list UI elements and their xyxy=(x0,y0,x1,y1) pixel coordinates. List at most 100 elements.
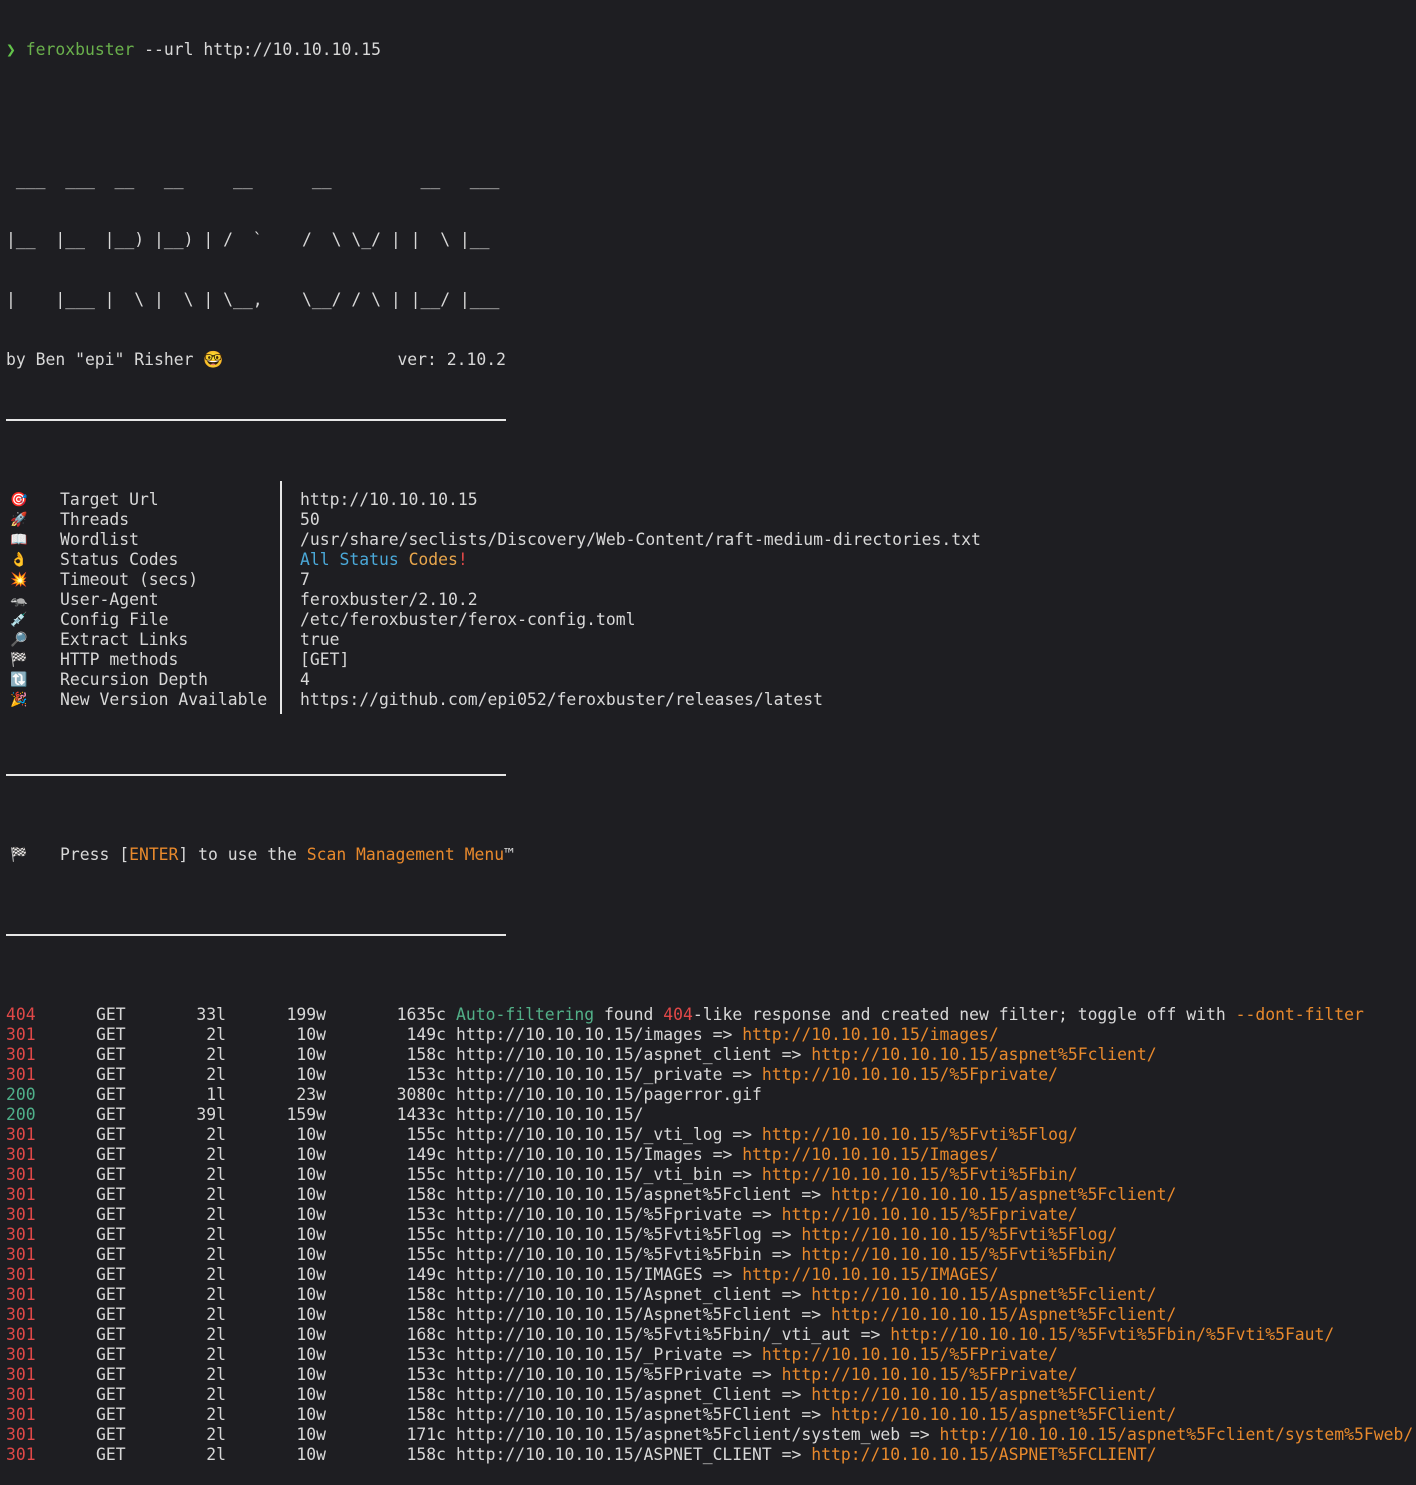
result-url[interactable]: http://10.10.10.15/IMAGES xyxy=(456,1265,703,1284)
result-url[interactable]: http://10.10.10.15/Aspnet%5Fclient xyxy=(456,1305,792,1324)
redirect-url[interactable]: http://10.10.10.15/%5Fvti%5Flog/ xyxy=(762,1125,1078,1144)
result-url[interactable]: http://10.10.10.15/%5Fvti%5Fbin xyxy=(456,1245,762,1264)
result-url[interactable]: http://10.10.10.15/aspnet%5Fclient/syste… xyxy=(456,1425,900,1444)
redirect-url[interactable]: http://10.10.10.15/Aspnet%5Fclient/ xyxy=(831,1305,1176,1324)
config-icon: 💥 xyxy=(10,572,28,588)
result-row: 200 GET 1l 23w 3080c http://10.10.10.15/pager… xyxy=(6,1085,1416,1105)
redirect-url[interactable]: http://10.10.10.15/%5Fvti%5Fbin/ xyxy=(801,1245,1117,1264)
char-count: 158c xyxy=(406,1445,446,1464)
line-count: 2l xyxy=(206,1325,226,1344)
status-code: 301 xyxy=(6,1205,36,1224)
status-code: 301 xyxy=(6,1325,36,1344)
result-row: 301 GET 2l 10w 171c http://10.10.10.15/aspnet… xyxy=(6,1425,1416,1445)
config-key: Timeout (secs) xyxy=(60,570,199,589)
redirect-url[interactable]: http://10.10.10.15/%5FPrivate/ xyxy=(782,1365,1078,1384)
config-row: 🔎 Extract Links true xyxy=(6,630,981,650)
result-url[interactable]: http://10.10.10.15/_vti_bin xyxy=(456,1165,722,1184)
redirect-url[interactable]: http://10.10.10.15/aspnet%5Fclient/syste… xyxy=(940,1425,1414,1444)
result-url[interactable]: http://10.10.10.15/aspnet_Client xyxy=(456,1385,772,1404)
redirect-url[interactable]: http://10.10.10.15/Images/ xyxy=(742,1145,999,1164)
result-url[interactable]: http://10.10.10.15/%5FPrivate xyxy=(456,1365,742,1384)
result-row: 200 GET 39l 159w 1433c http://10.10.10.15/ xyxy=(6,1105,1416,1125)
result-message: http://10.10.10.15/_private => http://10… xyxy=(456,1065,1416,1085)
http-method: GET xyxy=(96,1145,126,1164)
char-count: 158c xyxy=(406,1185,446,1204)
redirect-arrow: => xyxy=(702,1145,743,1164)
result-url[interactable]: http://10.10.10.15/_private xyxy=(456,1065,722,1084)
redirect-url[interactable]: http://10.10.10.15/aspnet%5Fclient/ xyxy=(831,1185,1176,1204)
status-code: 301 xyxy=(6,1025,36,1044)
result-message: http://10.10.10.15/_vti_bin => http://10… xyxy=(456,1165,1416,1185)
redirect-url[interactable]: http://10.10.10.15/%5Fvti%5Flog/ xyxy=(801,1225,1117,1244)
status-code: 404 xyxy=(6,1005,36,1024)
word-count: 10w xyxy=(296,1125,326,1144)
result-row: 301 GET 2l 10w 155c http://10.10.10.15/%5Fvti… xyxy=(6,1245,1416,1265)
result-message: http://10.10.10.15/Aspnet_client => http… xyxy=(456,1285,1416,1305)
result-url[interactable]: http://10.10.10.15/images xyxy=(456,1025,703,1044)
status-code: 301 xyxy=(6,1045,36,1064)
result-url[interactable]: http://10.10.10.15/%5Fvti%5Flog xyxy=(456,1225,762,1244)
redirect-url[interactable]: http://10.10.10.15/%5Fprivate/ xyxy=(782,1205,1078,1224)
config-key: Config File xyxy=(60,610,169,629)
http-method: GET xyxy=(96,1045,126,1064)
redirect-arrow: => xyxy=(761,1245,802,1264)
redirect-arrow: => xyxy=(722,1165,762,1184)
word-count: 10w xyxy=(296,1205,326,1224)
config-key: HTTP methods xyxy=(60,650,179,669)
http-method: GET xyxy=(96,1245,126,1264)
redirect-url[interactable]: http://10.10.10.15/%5Fvti%5Fbin/%5Fvti%5… xyxy=(890,1325,1334,1344)
status-code: 301 xyxy=(6,1065,36,1084)
result-row: 301 GET 2l 10w 153c http://10.10.10.15/%5Fpri… xyxy=(6,1205,1416,1225)
redirect-url[interactable]: http://10.10.10.15/%5Fvti%5Fbin/ xyxy=(762,1165,1078,1184)
result-url[interactable]: http://10.10.10.15/aspnet%5Fclient xyxy=(456,1185,792,1204)
config-key: User-Agent xyxy=(60,590,159,609)
config-icon: 🎯 xyxy=(10,492,28,508)
redirect-url[interactable]: http://10.10.10.15/%5FPrivate/ xyxy=(762,1345,1058,1364)
banner-byline-row: by Ben "epi" Risher 🤓 ver: 2.10.2 xyxy=(6,350,506,370)
redirect-arrow: => xyxy=(722,1065,762,1084)
result-url[interactable]: http://10.10.10.15/Aspnet_client xyxy=(456,1285,772,1304)
result-url[interactable]: http://10.10.10.15/aspnet_client xyxy=(456,1045,772,1064)
banner-byline: by Ben "epi" Risher 🤓 xyxy=(6,350,224,369)
redirect-url[interactable]: http://10.10.10.15/aspnet%5Fclient/ xyxy=(811,1045,1156,1064)
redirect-url[interactable]: http://10.10.10.15/aspnet%5FClient/ xyxy=(831,1405,1176,1424)
http-method: GET xyxy=(96,1265,126,1284)
char-count: 158c xyxy=(406,1305,446,1324)
http-method: GET xyxy=(96,1165,126,1184)
line-count: 39l xyxy=(196,1105,226,1124)
result-message: http://10.10.10.15/IMAGES => http://10.1… xyxy=(456,1265,1416,1285)
redirect-url[interactable]: http://10.10.10.15/Aspnet%5Fclient/ xyxy=(811,1285,1156,1304)
result-message: http://10.10.10.15/_Private => http://10… xyxy=(456,1345,1416,1365)
char-count: 153c xyxy=(406,1365,446,1384)
result-url[interactable]: http://10.10.10.15/aspnet%5FClient xyxy=(456,1405,792,1424)
line-count: 2l xyxy=(206,1385,226,1404)
status-code: 301 xyxy=(6,1185,36,1204)
config-key: Threads xyxy=(60,510,130,529)
result-url[interactable]: http://10.10.10.15/ASPNET_CLIENT xyxy=(456,1445,772,1464)
redirect-url[interactable]: http://10.10.10.15/%5Fprivate/ xyxy=(762,1065,1058,1084)
press-middle: ] to use the xyxy=(178,845,307,864)
redirect-url[interactable]: http://10.10.10.15/images/ xyxy=(742,1025,999,1044)
result-message: http://10.10.10.15/%5Fvti%5Fbin/_vti_aut… xyxy=(456,1325,1416,1345)
result-url[interactable]: http://10.10.10.15/_Private xyxy=(456,1345,722,1364)
line-count: 2l xyxy=(206,1205,226,1224)
char-count: 158c xyxy=(406,1385,446,1404)
result-message: http://10.10.10.15/aspnet%5Fclient => ht… xyxy=(456,1185,1416,1205)
result-url[interactable]: http://10.10.10.15/_vti_log xyxy=(456,1125,722,1144)
banner-art-line-2: |__ |__ |__) |__) | / ` / \ \_/ | | \ |_… xyxy=(6,230,490,249)
terminal-window[interactable]: ❯ feroxbuster --url http://10.10.10.15 _… xyxy=(6,0,1416,1464)
config-key: Status Codes xyxy=(60,550,179,569)
redirect-url[interactable]: http://10.10.10.15/IMAGES/ xyxy=(742,1265,999,1284)
result-url[interactable]: http://10.10.10.15/Images xyxy=(456,1145,703,1164)
config-value-part: All xyxy=(300,550,340,569)
result-url[interactable]: http://10.10.10.15/%5Fvti%5Fbin/_vti_aut xyxy=(456,1325,851,1344)
result-url[interactable]: http://10.10.10.15/pagerror.gif xyxy=(456,1085,762,1104)
checkered-flag-icon: 🏁 xyxy=(10,847,28,863)
redirect-url[interactable]: http://10.10.10.15/ASPNET%5FCLIENT/ xyxy=(811,1445,1156,1464)
result-url[interactable]: http://10.10.10.15/%5Fprivate xyxy=(456,1205,742,1224)
redirect-url[interactable]: http://10.10.10.15/aspnet%5FClient/ xyxy=(811,1385,1156,1404)
http-method: GET xyxy=(96,1345,126,1364)
char-count: 155c xyxy=(406,1125,446,1144)
result-message: http://10.10.10.15/ xyxy=(456,1105,1416,1125)
result-url[interactable]: http://10.10.10.15/ xyxy=(456,1105,644,1124)
